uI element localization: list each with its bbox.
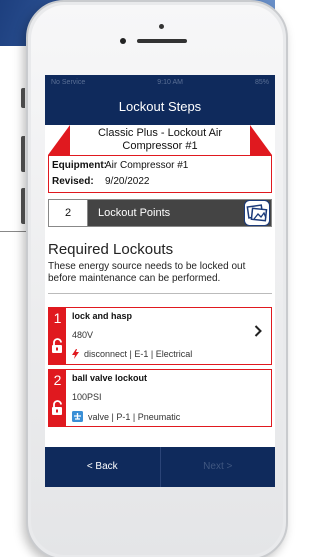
equipment-value: Air Compressor #1 (105, 160, 189, 171)
footer-bar: < Back Next > (45, 447, 275, 487)
lightning-icon (72, 349, 79, 359)
revised-value: 9/20/2022 (105, 176, 150, 187)
equipment-card: Classic Plus - Lockout Air Compressor #1… (48, 125, 272, 193)
proximity-sensor (120, 38, 126, 44)
app-screen: No Service 9:10 AM 85% Lockout Steps Cla… (45, 75, 275, 487)
battery-text: 85% (254, 78, 269, 86)
left-flag (48, 125, 70, 155)
revised-label: Revised: (52, 176, 94, 187)
required-lockouts-heading: Required Lockouts (48, 241, 174, 258)
mute-switch (21, 88, 25, 108)
right-flag (250, 125, 272, 155)
equipment-title: Classic Plus - Lockout Air Compressor #1 (97, 127, 223, 152)
page-title: Lockout Steps (45, 89, 275, 125)
unlocked-padlock-icon (51, 338, 65, 354)
equipment-label: Equipment: (52, 160, 107, 171)
lockout-number: 1 (53, 310, 62, 326)
earpiece-speaker (137, 39, 187, 43)
divider (48, 293, 272, 294)
equipment-title-bar: Classic Plus - Lockout Air Compressor #1 (48, 125, 272, 155)
valve-icon (72, 411, 83, 422)
volume-up-button (21, 136, 25, 172)
lockout-name: lock and hasp (72, 311, 133, 321)
back-button[interactable]: < Back (45, 447, 161, 487)
lockout-meta: valve | P-1 | Pneumatic (72, 411, 180, 422)
lockout-points-label: Lockout Points (98, 207, 171, 219)
front-camera (159, 24, 164, 29)
lockout-meta: disconnect | E-1 | Electrical (72, 349, 192, 359)
lockout-value: 100PSI (72, 392, 102, 402)
lockout-item[interactable]: 2 ball valve lockout 100PSI valve | P-1 … (48, 369, 272, 427)
lockout-item[interactable]: 1 lock and hasp 480V disconnect | E-1 | … (48, 307, 272, 365)
lockout-value: 480V (72, 330, 94, 340)
lockout-meta-text: disconnect | E-1 | Electrical (84, 349, 193, 359)
chevron-right-icon[interactable] (254, 324, 262, 340)
lockout-points-count: 2 (49, 200, 88, 226)
volume-down-button (21, 188, 25, 224)
photo-gallery-icon[interactable] (244, 200, 270, 226)
lockout-points-bar[interactable]: 2 Lockout Points (48, 199, 272, 227)
time-text: 9:10 AM (157, 78, 183, 86)
next-button[interactable]: Next > (160, 447, 275, 487)
equipment-info: Equipment:Air Compressor #1 Revised: 9/20… (48, 155, 272, 193)
unlocked-padlock-icon (51, 400, 65, 416)
lockout-number: 2 (53, 372, 62, 388)
lockout-meta-text: valve | P-1 | Pneumatic (88, 411, 181, 422)
carrier-text: No Service (51, 78, 86, 86)
status-bar: No Service 9:10 AM 85% (45, 75, 275, 89)
required-lockouts-description: These energy source needs to be locked o… (48, 261, 246, 284)
lockout-name: ball valve lockout (72, 373, 148, 383)
